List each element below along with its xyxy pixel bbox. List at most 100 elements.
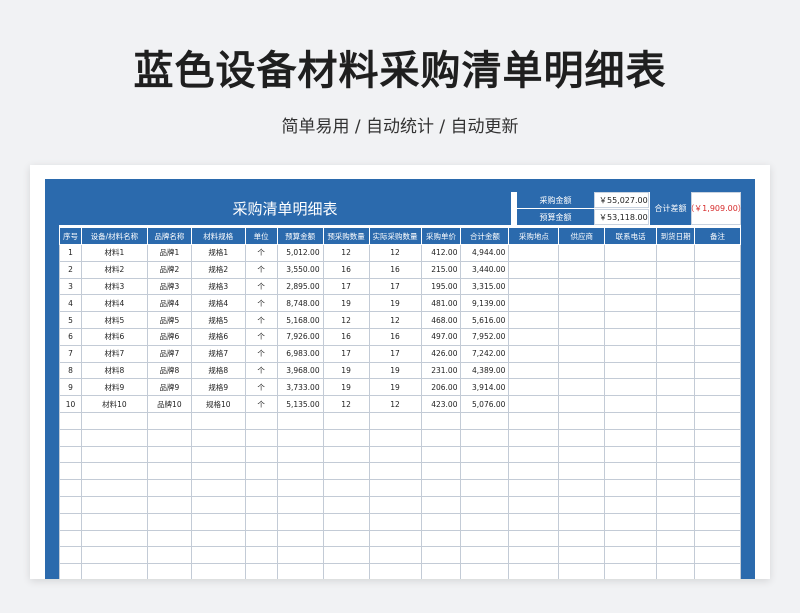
table-cell[interactable]: 6	[59, 327, 82, 346]
table-cell[interactable]	[558, 327, 606, 346]
table-cell[interactable]: 品牌6	[146, 327, 192, 346]
table-cell[interactable]: 426.00	[420, 344, 462, 363]
table-cell[interactable]: 19	[368, 378, 422, 397]
table-cell[interactable]: 品牌4	[146, 294, 192, 313]
table-cell[interactable]	[694, 445, 741, 464]
table-cell[interactable]: 1	[59, 244, 82, 262]
table-cell[interactable]	[656, 311, 696, 329]
table-cell[interactable]: 个	[244, 311, 278, 329]
table-cell[interactable]	[190, 563, 246, 579]
table-cell[interactable]	[276, 495, 324, 514]
table-cell[interactable]	[322, 462, 370, 481]
column-header[interactable]: 预采购数量	[322, 227, 370, 245]
total-diff-value[interactable]: （￥1,909.00）	[686, 192, 741, 225]
table-cell[interactable]	[558, 479, 606, 497]
table-cell[interactable]	[604, 529, 658, 548]
table-cell[interactable]	[190, 512, 246, 531]
table-cell[interactable]: 品牌8	[146, 361, 192, 380]
table-cell[interactable]	[368, 546, 422, 565]
table-cell[interactable]: 个	[244, 244, 278, 262]
table-cell[interactable]	[694, 428, 741, 447]
table-cell[interactable]	[59, 512, 82, 531]
table-cell[interactable]	[604, 462, 658, 481]
table-cell[interactable]: 3	[59, 277, 82, 296]
table-cell[interactable]	[322, 529, 370, 548]
column-header[interactable]: 联系电话	[604, 227, 658, 245]
column-header[interactable]: 采购地点	[508, 227, 560, 245]
table-cell[interactable]	[656, 277, 696, 296]
table-cell[interactable]	[694, 529, 741, 548]
table-cell[interactable]	[604, 512, 658, 531]
table-cell[interactable]	[656, 495, 696, 514]
table-cell[interactable]: 12	[322, 244, 370, 262]
table-cell[interactable]: 16	[322, 260, 370, 279]
table-cell[interactable]	[558, 512, 606, 531]
table-cell[interactable]	[508, 428, 560, 447]
table-cell[interactable]	[656, 411, 696, 430]
table-cell[interactable]: 7,926.00	[276, 327, 324, 346]
table-cell[interactable]	[508, 361, 560, 380]
table-cell[interactable]	[80, 495, 148, 514]
column-header[interactable]: 品牌名称	[146, 227, 192, 245]
table-cell[interactable]	[244, 495, 278, 514]
column-header[interactable]: 采购单价	[420, 227, 462, 245]
table-cell[interactable]	[604, 411, 658, 430]
table-cell[interactable]: 481.00	[420, 294, 462, 313]
table-cell[interactable]: 8	[59, 361, 82, 380]
table-cell[interactable]	[604, 378, 658, 397]
table-cell[interactable]: 5,012.00	[276, 244, 324, 262]
table-cell[interactable]	[420, 445, 462, 464]
table-cell[interactable]	[190, 479, 246, 497]
table-cell[interactable]: 材料8	[80, 361, 148, 380]
table-cell[interactable]	[558, 563, 606, 579]
table-cell[interactable]	[656, 327, 696, 346]
table-cell[interactable]	[322, 563, 370, 579]
table-cell[interactable]	[420, 512, 462, 531]
table-cell[interactable]	[558, 277, 606, 296]
table-cell[interactable]	[244, 546, 278, 565]
table-cell[interactable]	[460, 428, 510, 447]
table-cell[interactable]: 个	[244, 361, 278, 380]
table-cell[interactable]	[656, 512, 696, 531]
table-cell[interactable]	[322, 445, 370, 464]
table-cell[interactable]	[656, 563, 696, 579]
table-cell[interactable]	[694, 395, 741, 413]
table-cell[interactable]	[604, 311, 658, 329]
table-cell[interactable]	[604, 395, 658, 413]
table-cell[interactable]	[604, 260, 658, 279]
table-cell[interactable]: 7	[59, 344, 82, 363]
table-cell[interactable]	[558, 311, 606, 329]
table-cell[interactable]	[59, 529, 82, 548]
table-cell[interactable]	[604, 294, 658, 313]
table-cell[interactable]: 17	[322, 344, 370, 363]
table-cell[interactable]: 9,139.00	[460, 294, 510, 313]
table-cell[interactable]	[368, 563, 422, 579]
table-cell[interactable]	[694, 311, 741, 329]
column-header[interactable]: 实际采购数量	[368, 227, 422, 245]
table-cell[interactable]	[694, 495, 741, 514]
table-cell[interactable]: 4	[59, 294, 82, 313]
table-cell[interactable]: 规格3	[190, 277, 246, 296]
table-cell[interactable]	[244, 479, 278, 497]
table-cell[interactable]	[190, 428, 246, 447]
table-cell[interactable]	[656, 462, 696, 481]
table-cell[interactable]: 品牌1	[146, 244, 192, 262]
table-cell[interactable]	[558, 244, 606, 262]
table-cell[interactable]	[80, 529, 148, 548]
table-cell[interactable]	[420, 546, 462, 565]
table-cell[interactable]	[508, 479, 560, 497]
table-cell[interactable]	[146, 546, 192, 565]
table-cell[interactable]: 5,168.00	[276, 311, 324, 329]
table-cell[interactable]	[368, 462, 422, 481]
table-cell[interactable]: 206.00	[420, 378, 462, 397]
table-cell[interactable]: 材料10	[80, 395, 148, 413]
table-cell[interactable]	[276, 428, 324, 447]
table-cell[interactable]	[508, 445, 560, 464]
table-cell[interactable]: 规格9	[190, 378, 246, 397]
table-cell[interactable]	[276, 529, 324, 548]
table-cell[interactable]: 17	[368, 277, 422, 296]
table-cell[interactable]: 9	[59, 378, 82, 397]
table-cell[interactable]	[694, 479, 741, 497]
table-cell[interactable]	[508, 244, 560, 262]
column-header[interactable]: 供应商	[558, 227, 606, 245]
